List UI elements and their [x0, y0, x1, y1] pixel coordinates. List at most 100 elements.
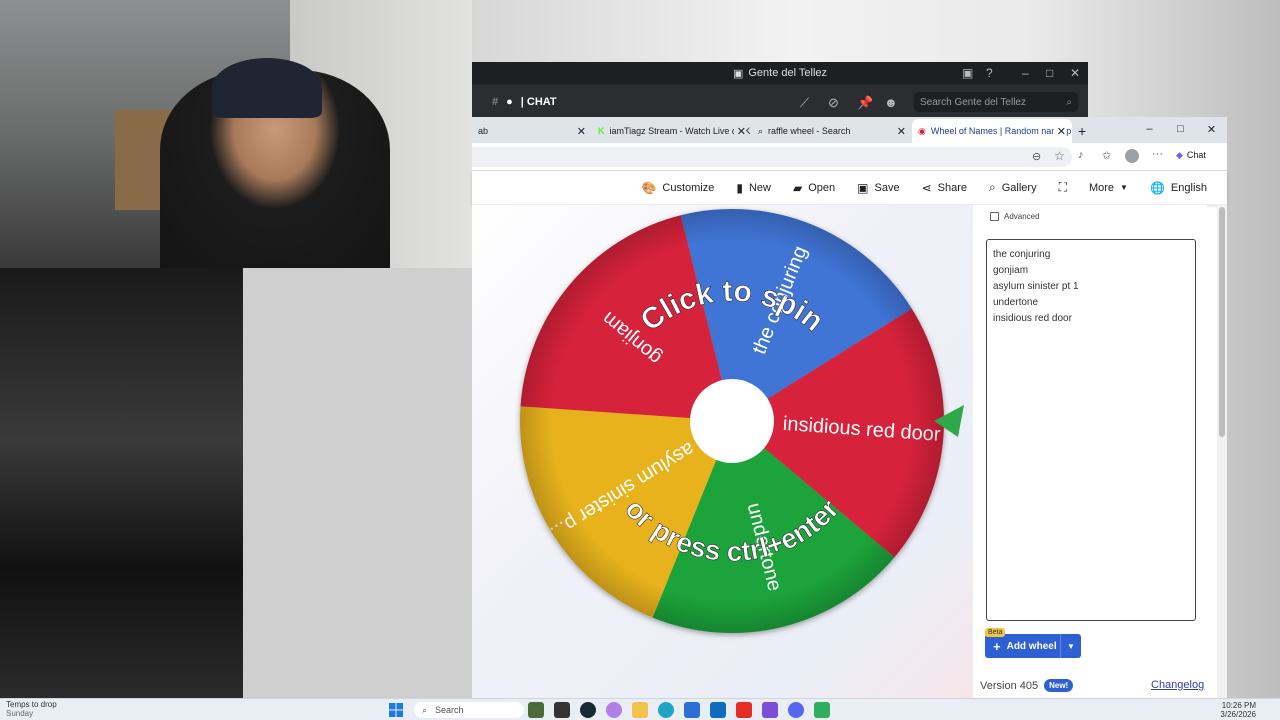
advanced-toggle[interactable]: Advanced [990, 212, 1040, 221]
widget-app-icon[interactable] [528, 702, 544, 718]
server-icon: ▣ [732, 67, 744, 80]
profile-avatar[interactable] [1125, 149, 1139, 163]
close-tab-icon[interactable]: ✕ [1053, 124, 1066, 138]
task-view-icon[interactable] [554, 702, 570, 718]
system-clock[interactable]: 10:26 PM 3/26/2026 [1220, 701, 1256, 719]
maximize-icon[interactable]: □ [1046, 66, 1053, 80]
customize-button[interactable]: 🎨 Customize [641, 181, 714, 195]
outlook-icon[interactable] [710, 702, 726, 718]
edge-icon[interactable] [658, 702, 674, 718]
tab-3[interactable]: ⌕ raffle wheel - Search ✕ [752, 119, 912, 143]
new-label: New [748, 181, 771, 194]
wheel-area: the conjuringinsidious red doorundertone… [472, 205, 972, 700]
store-icon[interactable] [684, 702, 700, 718]
caret-down-icon[interactable]: ▼ [1061, 642, 1081, 651]
taskbar-search[interactable]: ⌕ Search [414, 702, 524, 718]
weather-widget[interactable]: Temps to drop Sunday [6, 700, 57, 718]
plus-icon: + [1078, 123, 1087, 139]
more-button[interactable]: More ▼ [1089, 182, 1128, 194]
inbox-icon[interactable]: ▣ [962, 66, 973, 80]
members-icon[interactable]: ☻ [884, 95, 898, 110]
copilot-app-icon[interactable] [606, 702, 622, 718]
gallery-button[interactable]: ⌕ Gallery [989, 180, 1037, 195]
palette-icon: 🎨 [641, 180, 657, 195]
language-label: English [1170, 181, 1207, 194]
close-icon[interactable]: ✕ [1070, 66, 1080, 80]
maximize-icon[interactable]: □ [1165, 123, 1196, 135]
tab-4-active[interactable]: ◉ Wheel of Names | Random name p ✕ [912, 119, 1072, 143]
file-explorer-icon[interactable] [632, 702, 648, 718]
tab-strip: ab ✕ K iamTiagz Stream - Watch Live on K… [472, 117, 1227, 143]
open-button[interactable]: ▰ Open [793, 181, 835, 195]
share-icon: ⋖ [921, 180, 932, 195]
menu-dots-icon[interactable]: ··· [1152, 148, 1163, 160]
search-icon: ⌕ [989, 180, 996, 194]
bing-search-icon: ⌕ [758, 125, 764, 136]
channel-name: | CHAT [520, 95, 557, 108]
fullscreen-icon: ⛶ [1058, 180, 1067, 194]
new-button[interactable]: ▮ New [736, 181, 771, 195]
browser-window: ab ✕ K iamTiagz Stream - Watch Live on K… [472, 117, 1227, 700]
address-bar: ⊖ ☆ ♪ ✩ ··· ◆ Chat [472, 143, 1227, 171]
favorites-icon[interactable]: ✩ [1102, 149, 1111, 162]
entries-textarea[interactable]: the conjuring gonjiam asylum sinister pt… [986, 239, 1196, 621]
wheel-svg[interactable]: the conjuringinsidious red doorundertone… [472, 205, 972, 700]
tab-1[interactable]: ab ✕ [472, 119, 592, 143]
entry-line: the conjuring [993, 249, 1051, 260]
pin-icon[interactable]: 📌 [857, 95, 873, 111]
minimize-icon[interactable]: – [1134, 123, 1165, 135]
advanced-checkbox[interactable] [990, 212, 999, 221]
clock-time: 10:26 PM [1221, 701, 1256, 710]
threads-icon[interactable]: ⟋ [800, 95, 809, 111]
fullscreen-button[interactable]: ⛶ [1059, 180, 1067, 195]
globe-icon: 🌐 [1149, 180, 1165, 195]
youtube-icon[interactable] [736, 702, 752, 718]
copilot-chat-button[interactable]: ◆ Chat [1176, 150, 1206, 161]
new-tab-button[interactable]: + [1072, 119, 1098, 143]
entry-line: asylum sinister pt 1 [993, 281, 1079, 292]
customize-label: Customize [662, 181, 715, 194]
tab-4-label: Wheel of Names | Random name p [930, 126, 1072, 136]
extension-icon[interactable]: ♪ [1078, 149, 1084, 161]
terminal-icon[interactable] [814, 702, 830, 718]
entries-panel: Advanced the conjuring gonjiam asylum si… [972, 205, 1207, 700]
version-info: Version 405 New! [980, 679, 1074, 692]
discord-search-input[interactable]: Search Gente del Tellez ⌕ [914, 92, 1078, 112]
help-icon[interactable]: ? [986, 66, 993, 80]
page-scrollbar[interactable] [1217, 205, 1227, 700]
beta-badge: Beta [985, 628, 1006, 637]
chat-bubble-icon: ● [506, 95, 513, 108]
close-icon[interactable]: ✕ [1196, 123, 1227, 136]
minimize-icon[interactable]: – [1022, 66, 1029, 80]
windows-start-icon[interactable] [388, 702, 404, 718]
close-tab-icon[interactable]: ✕ [577, 125, 586, 138]
entry-line: insidious red door [993, 313, 1072, 324]
mute-icon[interactable]: ⊘ [828, 95, 839, 111]
tab-2[interactable]: K iamTiagz Stream - Watch Live on K ✕ [592, 119, 752, 143]
obs-icon[interactable] [762, 702, 778, 718]
save-button[interactable]: ▣ Save [857, 181, 899, 195]
changelog-link[interactable]: Changelog [1151, 679, 1204, 691]
kick-icon: K [598, 126, 605, 136]
language-button[interactable]: 🌐 English [1150, 181, 1207, 195]
close-tab-icon[interactable]: ✕ [733, 124, 746, 138]
taskbar-apps [528, 702, 830, 718]
weather-line2: Sunday [6, 709, 34, 718]
add-wheel-main[interactable]: + Add wheel [985, 634, 1061, 658]
steam-icon[interactable] [580, 702, 596, 718]
add-wheel-button[interactable]: + Add wheel ▼ [985, 634, 1081, 658]
url-field[interactable] [472, 147, 1072, 167]
clock-date: 3/26/2026 [1220, 710, 1256, 719]
close-tab-icon[interactable]: ✕ [897, 125, 906, 138]
star-icon[interactable]: ☆ [1054, 149, 1065, 163]
new-badge[interactable]: New! [1044, 679, 1074, 692]
zoom-icon[interactable]: ⊖ [1032, 150, 1041, 163]
copilot-icon: ◆ [1176, 150, 1183, 160]
discord-icon[interactable] [788, 702, 804, 718]
discord-title: Gente del Tellez [748, 67, 828, 79]
share-button[interactable]: ⋖ Share [922, 181, 967, 195]
wheel-center-hub[interactable] [690, 379, 774, 463]
scrollbar-thumb[interactable] [1219, 207, 1225, 437]
webcam-overlay [0, 0, 472, 268]
discord-window: ▣ Gente del Tellez ▣ ? – □ ✕ # ● | CHAT … [472, 62, 1088, 118]
